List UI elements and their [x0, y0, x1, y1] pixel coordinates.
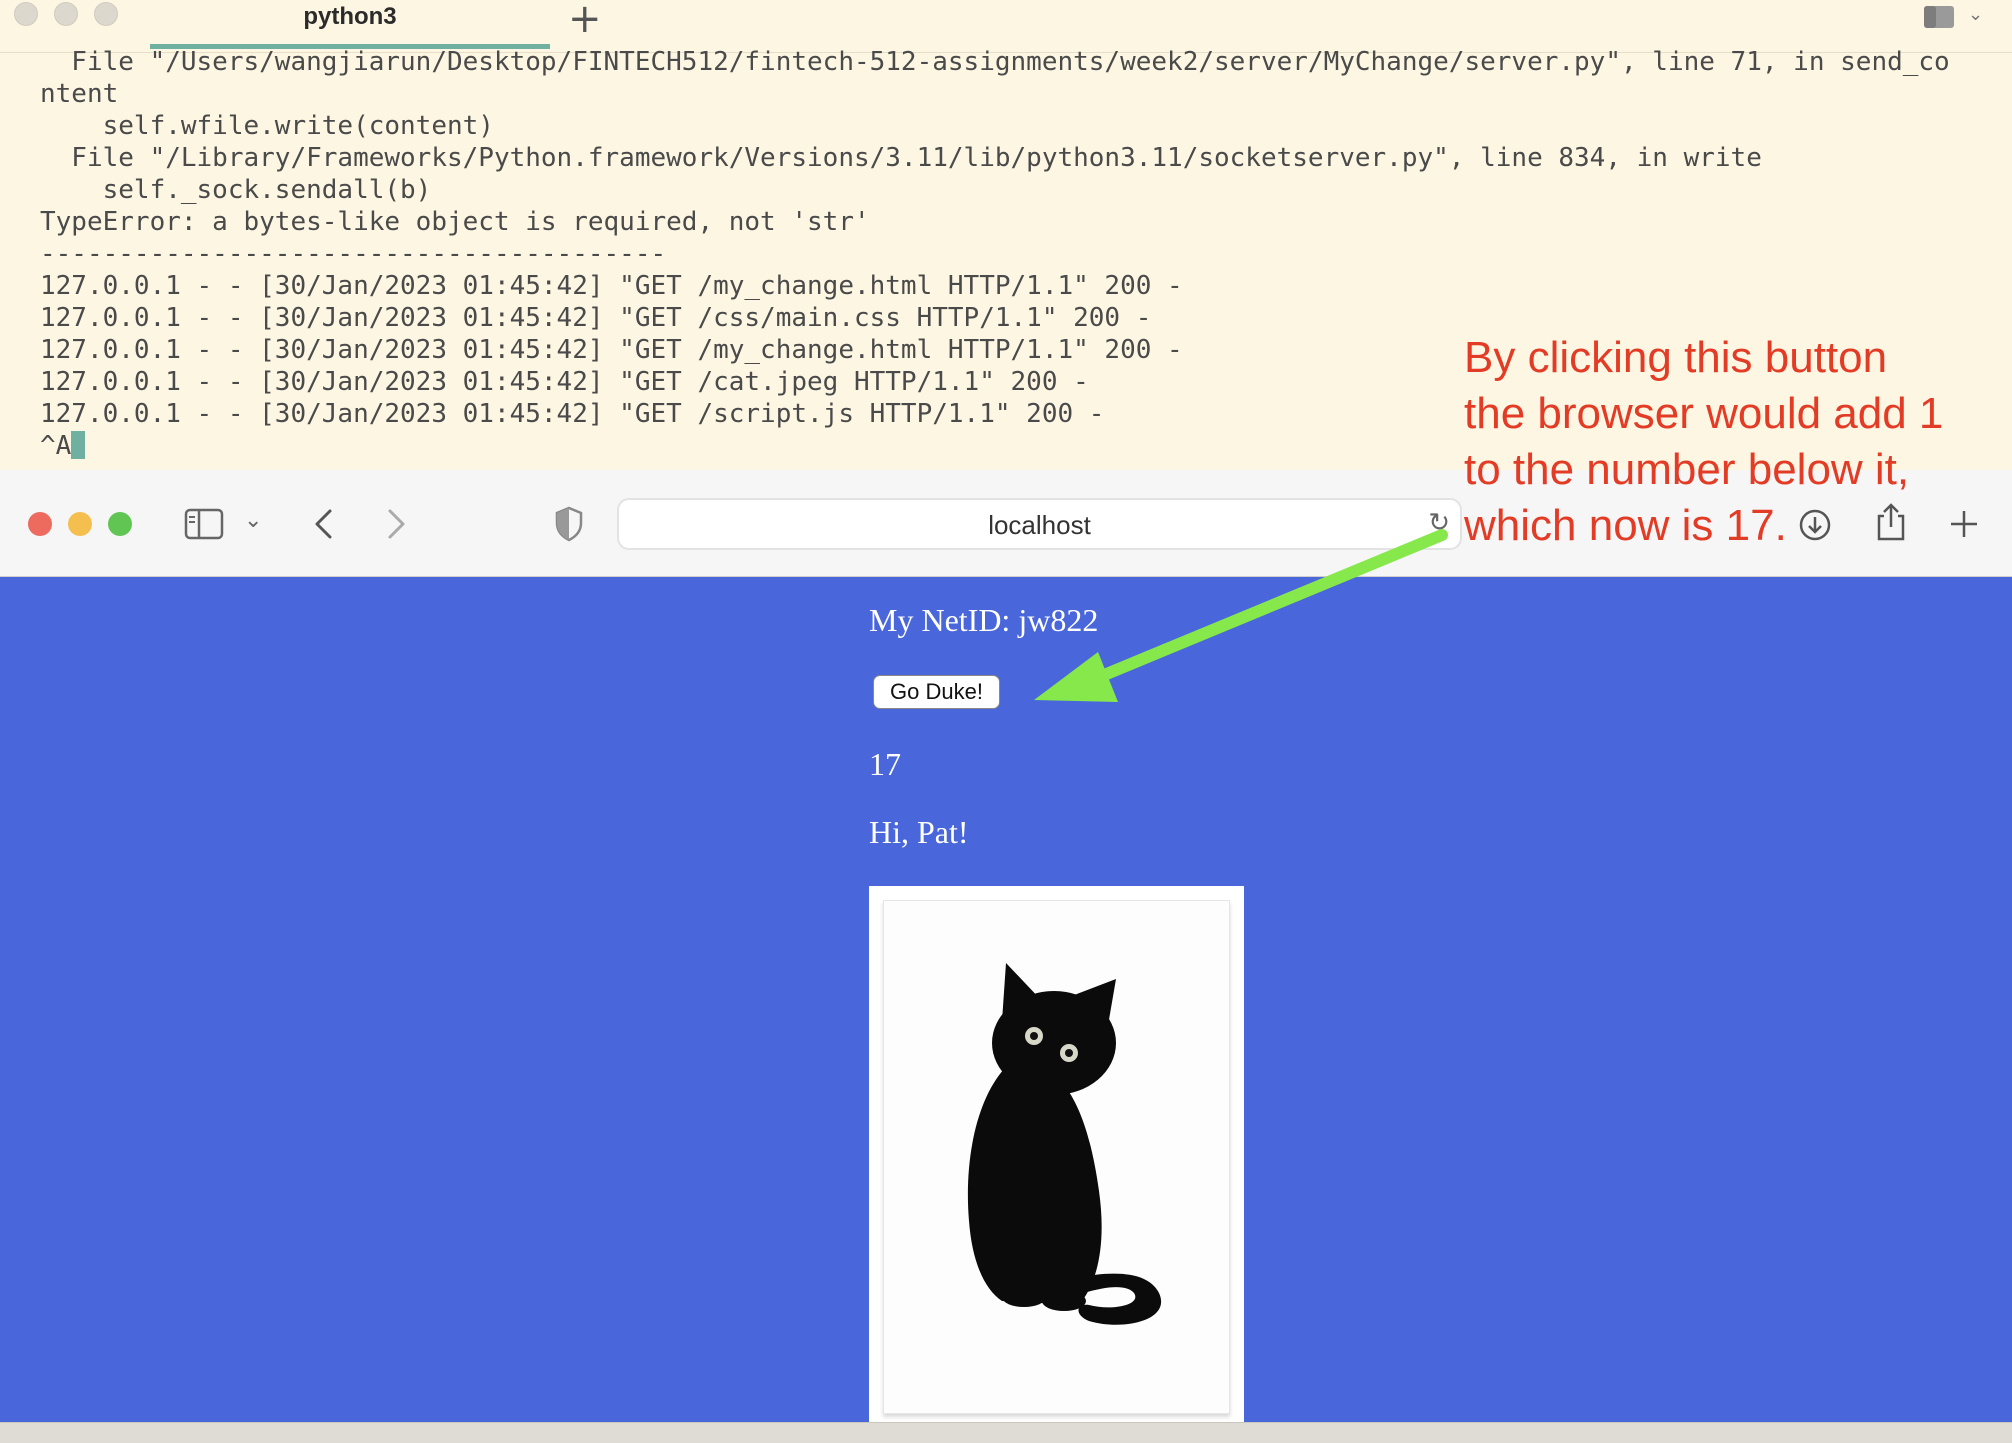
- forward-icon[interactable]: [384, 508, 408, 540]
- plus-icon[interactable]: +: [568, 0, 602, 42]
- address-bar[interactable]: localhost ↻: [617, 498, 1462, 550]
- annotation-line: By clicking this button: [1464, 333, 1888, 382]
- chevron-down-icon[interactable]: ⌄: [1968, 4, 1983, 25]
- terminal-line: self.wfile.write(content): [40, 111, 494, 141]
- close-window-button[interactable]: [14, 2, 38, 26]
- close-window-button[interactable]: [28, 512, 52, 536]
- terminal-line: 127.0.0.1 - - [30/Jan/2023 01:45:42] "GE…: [40, 271, 1183, 301]
- go-duke-button[interactable]: Go Duke!: [873, 675, 1000, 709]
- page-content: My NetID: jw822 Go Duke! 17 Hi, Pat!: [0, 576, 2012, 1422]
- chevron-down-icon[interactable]: ⌄: [244, 508, 262, 533]
- zoom-window-button[interactable]: [108, 512, 132, 536]
- cat-photo: [883, 900, 1230, 1414]
- panes-icon[interactable]: [1922, 4, 1958, 30]
- sidebar-icon[interactable]: [184, 508, 224, 540]
- cat-image: [869, 886, 1244, 1422]
- counter-value: 17: [869, 746, 901, 782]
- annotation-text: By clicking this button the browser woul…: [1464, 330, 2004, 554]
- terminal-line: File "/Users/wangjiarun/Desktop/FINTECH5…: [40, 47, 1950, 77]
- cat-icon: [967, 963, 1162, 1325]
- greeting-text: Hi, Pat!: [869, 814, 969, 850]
- terminal-line: File "/Library/Frameworks/Python.framewo…: [40, 143, 1762, 173]
- terminal-line: TypeError: a bytes-like object is requir…: [40, 207, 870, 237]
- minimize-window-button[interactable]: [68, 512, 92, 536]
- back-icon[interactable]: [312, 508, 336, 540]
- prompt-text: ^A: [40, 431, 72, 461]
- url-text: localhost: [988, 510, 1091, 540]
- desktop-strip: [0, 1422, 2012, 1443]
- browser-window: ⌄ localhost ↻ My NetID: jw822 Go Duke! 1…: [0, 470, 2012, 1422]
- annotation-line: the browser would add 1: [1464, 389, 1944, 438]
- annotation-line: which now is 17.: [1464, 501, 1787, 550]
- zoom-window-button[interactable]: [94, 2, 118, 26]
- netid-text: My NetID: jw822: [869, 602, 1099, 638]
- reload-icon[interactable]: ↻: [1428, 508, 1450, 538]
- terminal-line: ----------------------------------------: [40, 239, 667, 269]
- terminal-line: ntent: [40, 79, 119, 109]
- minimize-window-button[interactable]: [54, 2, 78, 26]
- annotation-line: to the number below it,: [1464, 445, 1910, 494]
- terminal-cursor: [71, 431, 86, 459]
- terminal-tab-python3[interactable]: python3: [150, 0, 550, 46]
- shield-icon[interactable]: [554, 506, 584, 542]
- terminal-line: self._sock.sendall(b): [40, 175, 432, 205]
